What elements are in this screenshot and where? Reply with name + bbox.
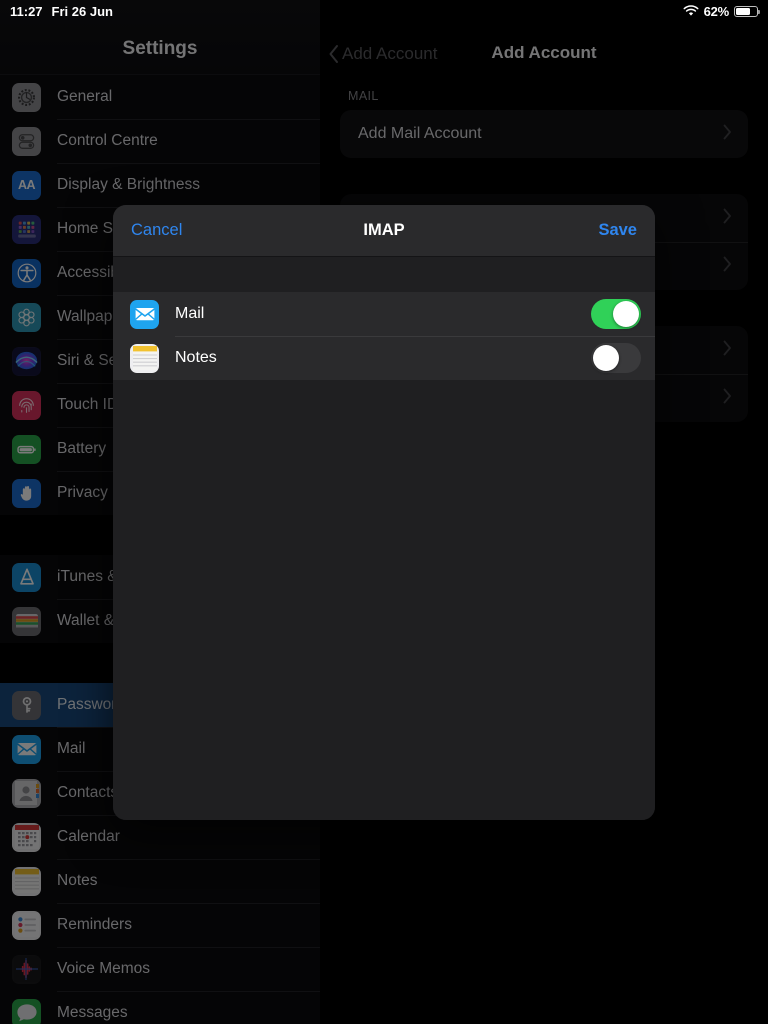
cancel-button[interactable]: Cancel — [131, 221, 182, 240]
battery-icon — [734, 5, 761, 17]
modal-empty-body — [113, 380, 655, 820]
toggle-knob — [613, 301, 639, 327]
toggle-mail[interactable] — [591, 299, 641, 329]
modal-row-label: Notes — [175, 349, 217, 366]
imap-settings-modal: Cancel IMAP Save Mail Notes — [113, 205, 655, 820]
notes-icon — [130, 343, 159, 373]
modal-service-toggle-group: Mail Notes — [113, 292, 655, 380]
toggle-knob — [593, 345, 619, 371]
modal-row-label: Mail — [175, 305, 205, 322]
ipad-settings-screen: 11:27 Fri 26 Jun 62% Settings GeneralCon… — [0, 0, 768, 1024]
mail-icon — [130, 299, 159, 329]
modal-row-notes[interactable]: Notes — [113, 336, 655, 380]
wifi-icon — [683, 5, 699, 17]
status-bar-left: 11:27 Fri 26 Jun — [0, 4, 113, 19]
modal-title: IMAP — [363, 221, 405, 239]
save-button[interactable]: Save — [598, 221, 637, 240]
modal-row-mail[interactable]: Mail — [113, 292, 655, 336]
modal-top-spacer — [113, 257, 655, 292]
battery-percent-label: 62% — [703, 3, 730, 19]
modal-nav-bar: Cancel IMAP Save — [113, 205, 655, 257]
status-bar: 11:27 Fri 26 Jun 62% — [0, 0, 768, 22]
status-bar-date: Fri 26 Jun — [51, 3, 113, 19]
status-bar-time: 11:27 — [10, 3, 43, 19]
status-bar-right: 62% — [683, 0, 761, 22]
toggle-notes[interactable] — [591, 343, 641, 373]
